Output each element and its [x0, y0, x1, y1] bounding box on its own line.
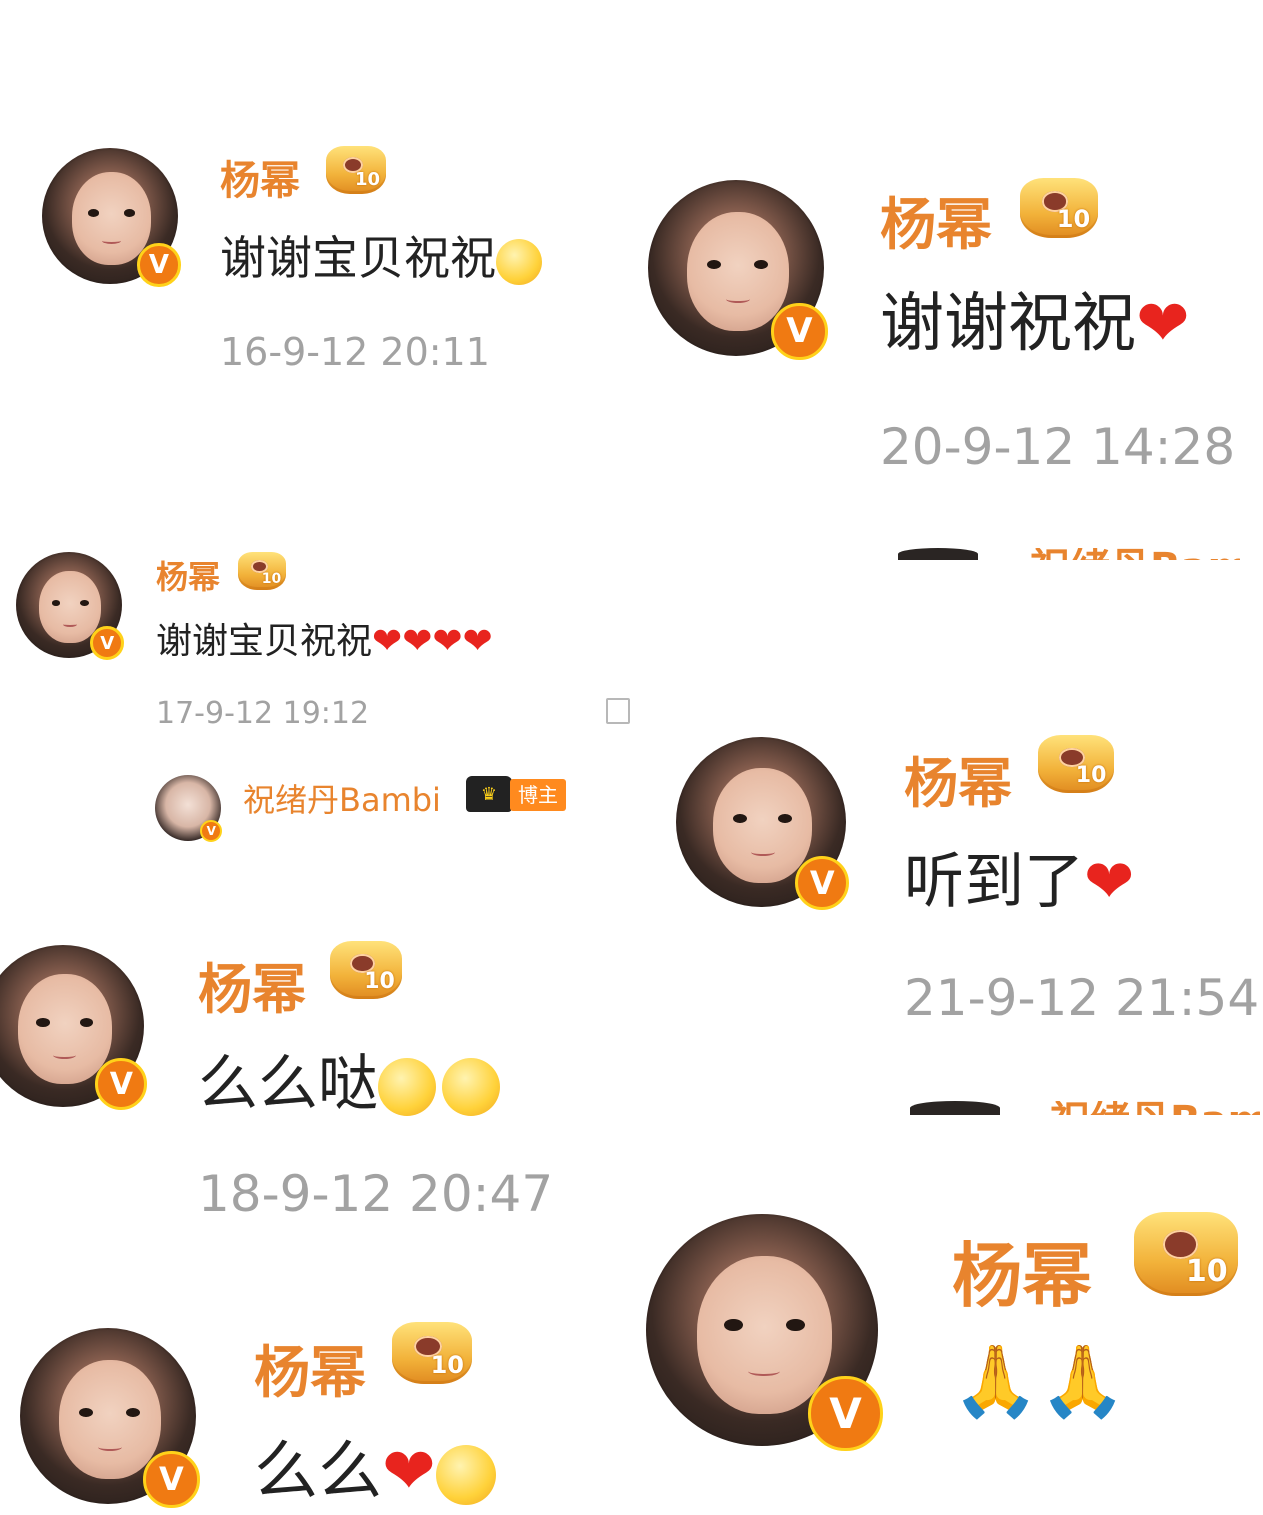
heart-emoji-icon: ❤ [402, 621, 433, 662]
avatar[interactable]: V [42, 148, 181, 287]
blogger-badge: 博主 [510, 779, 566, 811]
comment-text: 谢谢宝贝祝祝❤❤❤❤ [156, 621, 493, 662]
verified-icon: V [90, 626, 125, 661]
comment-text: 谢谢宝贝祝祝 [220, 222, 542, 288]
verified-icon: V [771, 303, 828, 360]
username[interactable]: 杨幂 [952, 1220, 1092, 1321]
timestamp: 18-9-12 20:47 [198, 1165, 554, 1223]
avatar-cutoff [910, 1101, 1000, 1115]
comment-panel-2: V 杨幂 10 谢谢祝祝❤ 20-9-12 14:28 祝绪丹Bambi [640, 150, 1260, 560]
avatar-face [686, 211, 789, 332]
comment-text: 🙏🙏 [952, 1340, 1126, 1423]
timestamp: 16-9-12 20:11 [220, 330, 490, 374]
username-cutoff: 祝绪丹Bambi [1030, 548, 1240, 560]
comment-panel-4: V 杨幂 10 听到了❤ 21-9-12 21:54 祝绪丹Bambi [660, 715, 1260, 1115]
avatar[interactable]: V [0, 945, 148, 1111]
reply-avatar[interactable]: V [155, 775, 223, 843]
avatar-face [71, 172, 151, 265]
heart-emoji-icon: ❤ [462, 621, 493, 662]
comment-text: 谢谢祝祝❤ [880, 287, 1190, 361]
username[interactable]: 杨幂 [198, 945, 306, 1024]
username[interactable]: 杨幂 [156, 552, 220, 598]
comment-panel-6: V 杨幂 10 么么❤ [0, 1300, 640, 1515]
crown-icon: ♛ [466, 776, 512, 812]
verified-icon: V [795, 856, 850, 911]
comment-text: 么么❤ [254, 1420, 496, 1512]
crown-level-icon: 10 [238, 552, 286, 590]
crown-level-icon: 10 [392, 1322, 472, 1384]
timestamp: 21-9-12 21:54 [904, 969, 1260, 1027]
heart-emoji-icon: ❤ [1136, 287, 1190, 361]
comment-panel-5: V 杨幂 10 么么哒 18-9-12 20:47 [0, 925, 640, 1235]
reply-username[interactable]: 祝绪丹Bambi [243, 775, 441, 821]
comment-panel-1: V 杨幂 10 谢谢宝贝祝祝 16-9-12 20:11 [30, 130, 630, 390]
avatar[interactable]: V [20, 1328, 200, 1508]
avatar[interactable]: V [676, 737, 850, 911]
avatar[interactable]: V [16, 552, 125, 661]
username[interactable]: 杨幂 [220, 148, 300, 206]
heart-emoji-icon: ❤ [432, 621, 463, 662]
heart-emoji-icon: ❤ [372, 621, 403, 662]
avatar-face [17, 974, 112, 1085]
verified-icon: V [137, 243, 181, 287]
blush-emoji-icon [496, 238, 542, 285]
verified-icon: V [143, 1451, 200, 1508]
crown-level-icon: 10 [1020, 178, 1098, 238]
heart-emoji-icon: ❤ [1084, 847, 1135, 917]
blush-emoji-icon [435, 1445, 496, 1506]
username-cutoff: 祝绪丹Bambi [1050, 1101, 1260, 1115]
crown-level-icon: 10 [1134, 1212, 1238, 1296]
verified-icon: V [95, 1058, 148, 1111]
avatar[interactable]: V [646, 1214, 883, 1451]
edit-icon[interactable] [606, 698, 630, 724]
timestamp: 20-9-12 14:28 [880, 418, 1236, 476]
avatar-face [713, 767, 812, 884]
pray-emoji-icon: 🙏 [1039, 1340, 1127, 1422]
crown-level-icon: 10 [1038, 735, 1114, 793]
pray-emoji-icon: 🙏 [952, 1340, 1040, 1422]
username[interactable]: 杨幂 [254, 1328, 366, 1409]
comment-text: 听到了❤ [904, 847, 1135, 917]
crown-level-icon: 10 [330, 941, 402, 999]
username[interactable]: 杨幂 [904, 739, 1012, 818]
heart-emoji-icon: ❤ [382, 1435, 436, 1509]
avatar[interactable]: V [648, 180, 828, 360]
username[interactable]: 杨幂 [880, 180, 992, 261]
surprised-emoji-icon [442, 1058, 500, 1117]
timestamp: 17-9-12 19:12 [156, 696, 370, 731]
avatar-face [39, 571, 101, 644]
comment-text: 么么哒 [198, 1035, 500, 1122]
avatar-cutoff [898, 548, 978, 560]
surprised-emoji-icon [378, 1058, 436, 1117]
avatar-face [58, 1359, 161, 1480]
avatar-face [697, 1255, 832, 1414]
verified-icon: V [808, 1376, 883, 1451]
comment-panel-7: V 杨幂 10 🙏🙏 [640, 1190, 1263, 1515]
crown-level-icon: 10 [326, 146, 386, 194]
